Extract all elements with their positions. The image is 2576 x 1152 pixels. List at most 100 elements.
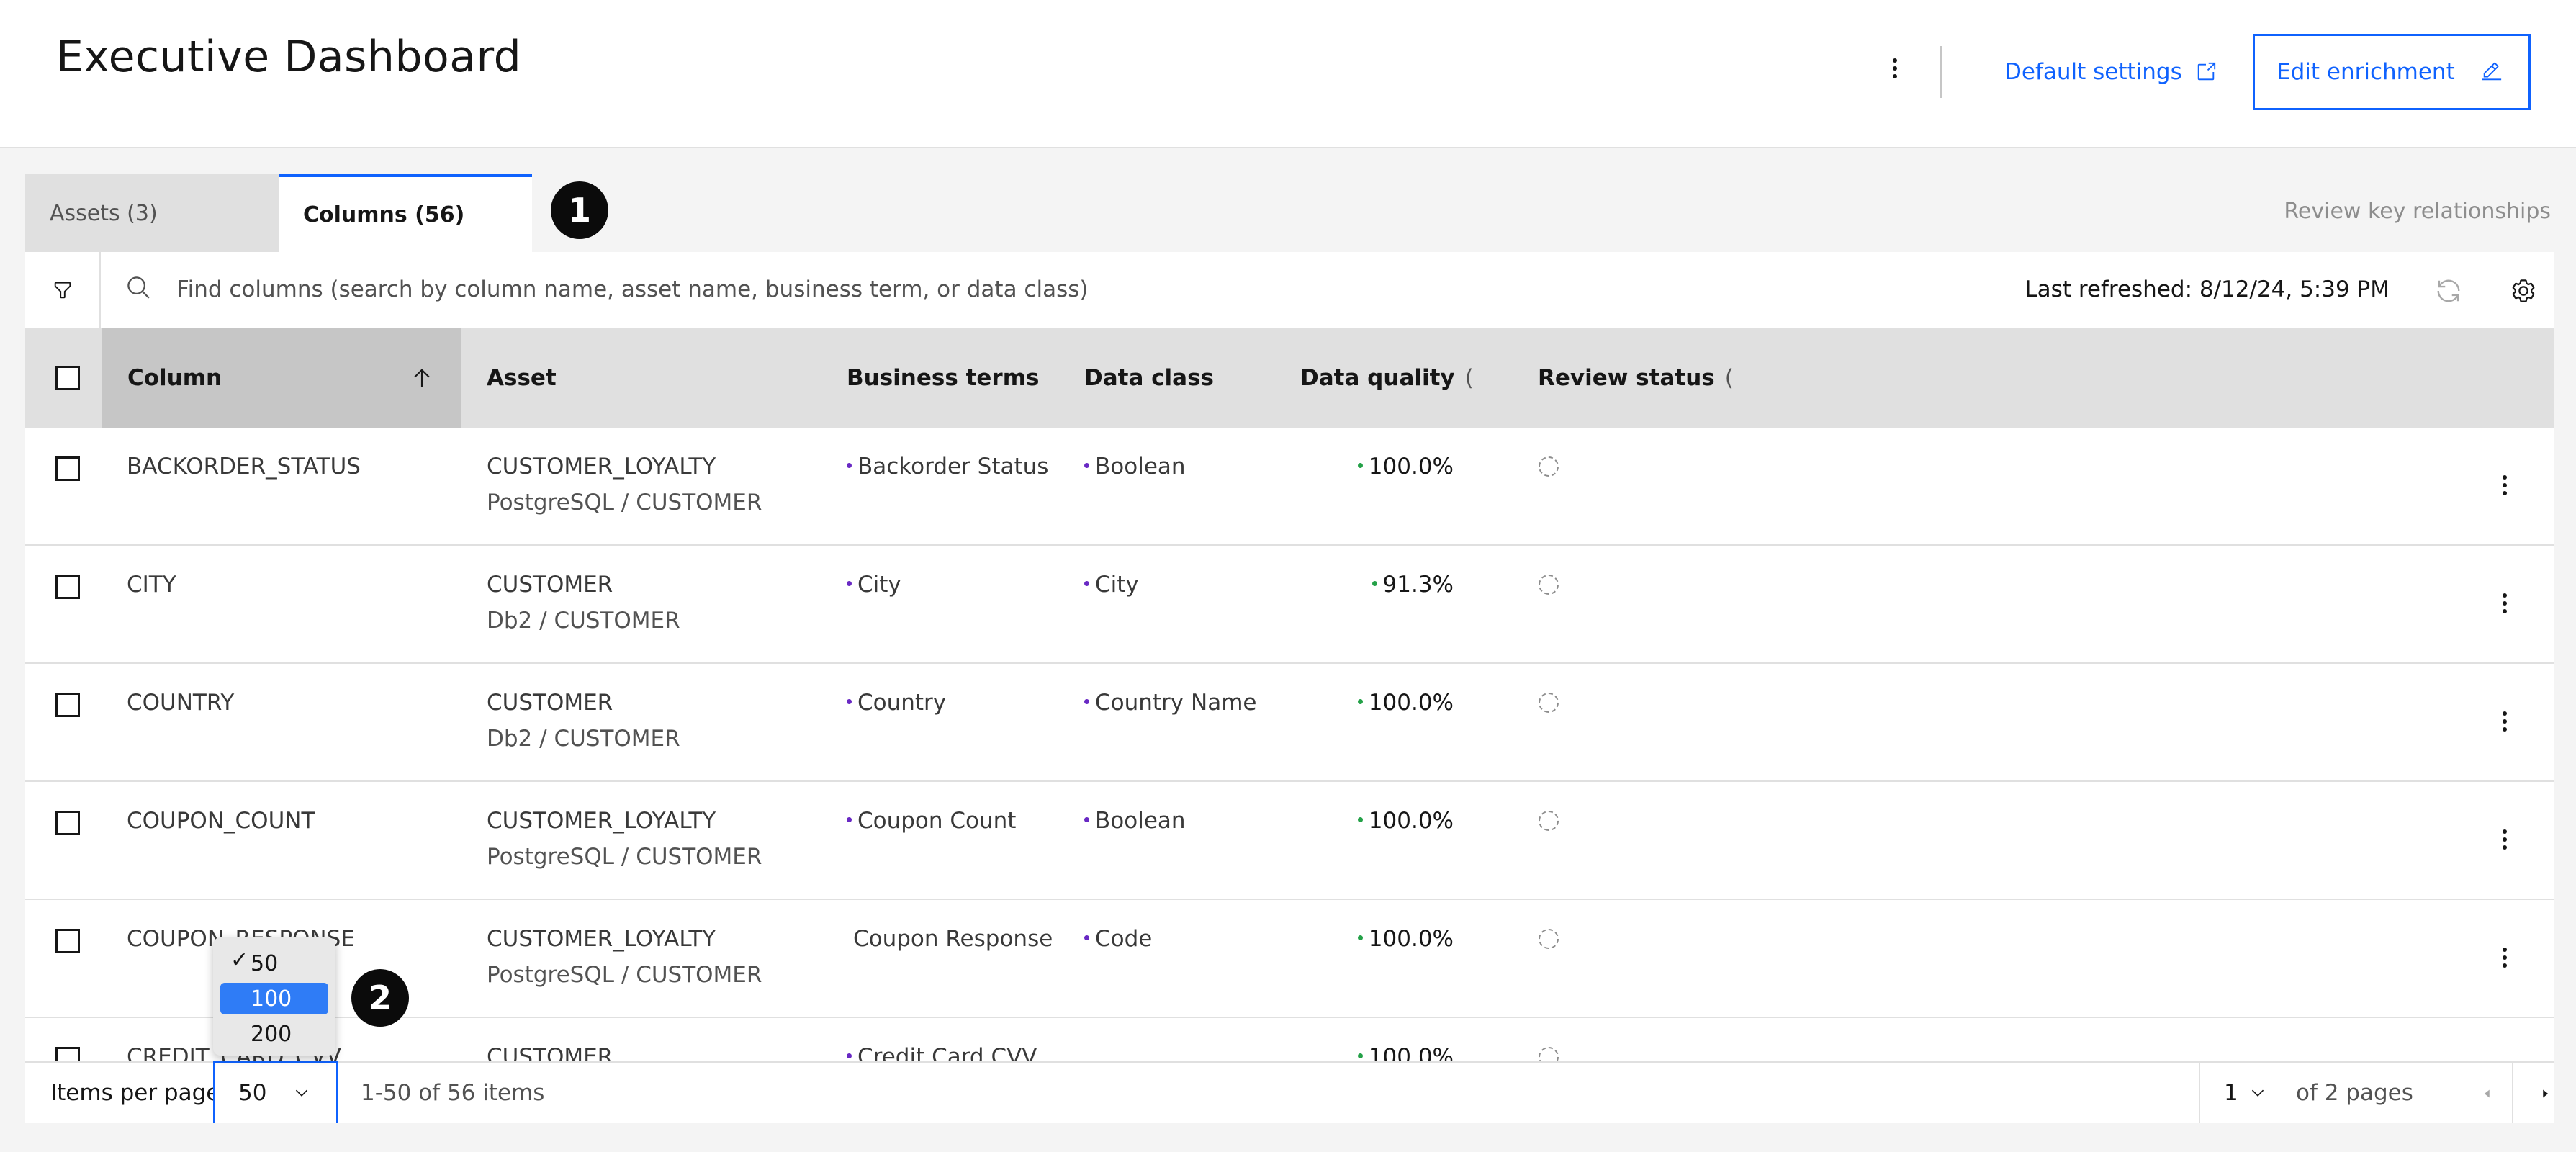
- launch-icon: [2197, 62, 2215, 81]
- next-page-button[interactable]: [2523, 1063, 2567, 1125]
- row-overflow-menu-button[interactable]: [2498, 471, 2512, 500]
- tab-assets-label: Assets (3): [50, 200, 158, 226]
- asset-source: Db2: [487, 608, 533, 634]
- data-class[interactable]: City: [1084, 572, 1139, 598]
- page-bottom: [0, 1123, 2576, 1152]
- row-overflow-menu-button[interactable]: [2498, 825, 2512, 854]
- table-settings-button[interactable]: [2506, 274, 2541, 308]
- column-header-data-quality[interactable]: Data quality (: [1300, 328, 1474, 428]
- table-row[interactable]: COUPON_COUNT CUSTOMER_LOYALTY PostgreSQL…: [25, 782, 2554, 900]
- kebab-dot: [2503, 719, 2507, 724]
- kebab-dot: [1893, 58, 1897, 63]
- row-checkbox[interactable]: [55, 1047, 80, 1061]
- asset-source: PostgreSQL: [487, 844, 615, 870]
- data-class[interactable]: Boolean: [1084, 454, 1186, 480]
- items-per-page-select[interactable]: 50: [213, 1061, 338, 1125]
- data-class[interactable]: Country Name: [1084, 690, 1256, 716]
- business-term[interactable]: Backorder Status: [847, 454, 1048, 480]
- dropdown-option-50[interactable]: ✓ 50: [220, 948, 328, 979]
- asset-path: PostgreSQL / CUSTOMER: [487, 490, 762, 516]
- review-status-pending-icon: [1539, 811, 1559, 831]
- table-row[interactable]: CITY CUSTOMER Db2 / CUSTOMER City City 9…: [25, 546, 2554, 664]
- data-class[interactable]: Boolean: [1084, 808, 1186, 834]
- row-checkbox[interactable]: [55, 575, 80, 599]
- info-icon[interactable]: (: [1465, 365, 1474, 391]
- kebab-dot: [2503, 475, 2507, 480]
- class-dot: [1084, 699, 1089, 704]
- asset-name[interactable]: CUSTOMER: [487, 690, 613, 716]
- dropdown-option-200[interactable]: 200: [220, 1018, 328, 1050]
- asset-name[interactable]: CUSTOMER_LOYALTY: [487, 926, 716, 952]
- asset-path: PostgreSQL / CUSTOMER: [487, 844, 762, 870]
- quality-dot: [1357, 1053, 1363, 1058]
- chevron-down-icon: [2251, 1089, 2264, 1097]
- tab-assets[interactable]: Assets (3): [25, 174, 279, 252]
- business-term[interactable]: City: [847, 572, 901, 598]
- dropdown-option-100[interactable]: 100: [220, 983, 328, 1014]
- business-term[interactable]: Coupon Response: [853, 926, 1053, 952]
- row-checkbox[interactable]: [55, 456, 80, 481]
- table-body: BACKORDER_STATUS CUSTOMER_LOYALTY Postgr…: [0, 428, 2576, 1061]
- refresh-button[interactable]: [2431, 274, 2466, 308]
- business-term-label: City: [857, 572, 901, 598]
- column-header-label: Column: [127, 365, 222, 391]
- column-header-column[interactable]: Column: [102, 328, 461, 428]
- asset-name[interactable]: CUSTOMER_LOYALTY: [487, 808, 716, 834]
- column-name[interactable]: COUPON_COUNT: [127, 808, 315, 834]
- row-overflow-menu-button[interactable]: [2498, 707, 2512, 736]
- asset-name[interactable]: CUSTOMER: [487, 572, 613, 598]
- search-input[interactable]: [176, 268, 1472, 311]
- row-checkbox[interactable]: [55, 811, 80, 835]
- asset-source: Db2: [487, 726, 533, 752]
- data-quality-header-label: Data quality: [1300, 365, 1455, 391]
- column-name[interactable]: BACKORDER_STATUS: [127, 454, 361, 480]
- default-settings-link[interactable]: Default settings: [2004, 52, 2217, 92]
- previous-page-button[interactable]: [2466, 1063, 2509, 1125]
- kebab-dot: [2503, 955, 2507, 960]
- row-checkbox[interactable]: [55, 929, 80, 953]
- items-per-page-value: 50: [238, 1080, 267, 1106]
- edit-enrichment-label: Edit enrichment: [2276, 59, 2455, 85]
- column-header-data-class[interactable]: Data class: [1084, 328, 1214, 428]
- business-term-label: Coupon Count: [857, 808, 1017, 834]
- info-icon[interactable]: (: [1725, 365, 1734, 391]
- tab-columns[interactable]: Columns (56): [279, 174, 532, 252]
- asset-schema: CUSTOMER: [636, 844, 762, 870]
- pagination-bar: Items per page: 50 1-50 of 56 items 1 of…: [25, 1061, 2554, 1125]
- column-name[interactable]: CITY: [127, 572, 176, 598]
- page-select[interactable]: 1: [2224, 1080, 2267, 1106]
- asset-name[interactable]: CUSTOMER_LOYALTY: [487, 454, 716, 480]
- gear-icon: [2512, 279, 2535, 302]
- filter-button[interactable]: [25, 252, 101, 328]
- business-term-label: Country: [857, 690, 947, 716]
- select-all-checkbox[interactable]: [55, 366, 80, 390]
- default-settings-label: Default settings: [2004, 59, 2182, 85]
- kebab-dot: [2503, 829, 2507, 834]
- row-overflow-menu-button[interactable]: [2498, 943, 2512, 972]
- quality-dot: [1357, 699, 1363, 704]
- items-per-page-label: Items per page:: [50, 1080, 228, 1106]
- asset-schema: CUSTOMER: [636, 962, 762, 988]
- edit-enrichment-button[interactable]: Edit enrichment: [2253, 34, 2531, 110]
- column-header-review-status[interactable]: Review status (: [1538, 328, 1734, 428]
- overflow-menu-button[interactable]: [1878, 43, 1912, 94]
- dropdown-option-label: 200: [251, 1021, 292, 1047]
- business-term[interactable]: Credit Card CVV: [847, 1044, 1037, 1061]
- review-key-relationships-link[interactable]: Review key relationships: [2284, 199, 2551, 224]
- asset-name[interactable]: CUSTOMER: [487, 1044, 613, 1061]
- row-overflow-menu-button[interactable]: [2498, 589, 2512, 618]
- step-callout-2: 2: [351, 969, 409, 1027]
- row-checkbox[interactable]: [55, 693, 80, 717]
- column-header-business-terms[interactable]: Business terms: [847, 328, 1039, 428]
- column-name[interactable]: COUNTRY: [127, 690, 234, 716]
- table-row[interactable]: CREDIT_CARD_CVV CUSTOMER Credit Card CVV…: [25, 1018, 2554, 1061]
- table-row[interactable]: BACKORDER_STATUS CUSTOMER_LOYALTY Postgr…: [25, 428, 2554, 546]
- business-term[interactable]: Country: [847, 690, 946, 716]
- caret-left-icon: [2484, 1089, 2490, 1098]
- items-range-text: 1-50 of 56 items: [361, 1080, 545, 1106]
- data-class[interactable]: Code: [1084, 926, 1152, 952]
- table-row[interactable]: COUNTRY CUSTOMER Db2 / CUSTOMER Country …: [25, 664, 2554, 782]
- column-header-asset[interactable]: Asset: [487, 328, 557, 428]
- business-term[interactable]: Coupon Count: [847, 808, 1016, 834]
- data-quality-value: 91.3%: [1382, 572, 1454, 598]
